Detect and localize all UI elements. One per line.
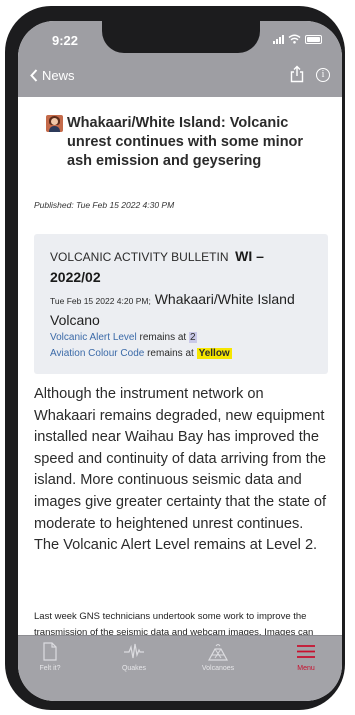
mute-switch xyxy=(6,108,14,138)
published-date: Published: Tue Feb 15 2022 4:30 PM xyxy=(34,200,175,210)
alert-level-value: 2 xyxy=(188,332,197,343)
tab-label: Felt it? xyxy=(39,665,61,672)
bulletin-subheading: Tue Feb 15 2022 4:20 PM; Whakaari/White … xyxy=(50,290,312,330)
aviation-code-link[interactable]: Aviation Colour Code xyxy=(50,348,144,359)
body-paragraph-lead: Although the instrument network on Whaka… xyxy=(34,386,327,554)
phone-frame: 9:22 News i Whakaari/White Island: Volca… xyxy=(5,6,345,710)
notch xyxy=(102,21,260,53)
share-button[interactable] xyxy=(290,65,304,88)
status-time: 9:22 xyxy=(52,33,79,48)
info-icon: i xyxy=(321,69,325,80)
back-label: News xyxy=(42,68,75,83)
screen: 9:22 News i Whakaari/White Island: Volca… xyxy=(18,21,342,701)
alert-level-text: remains at xyxy=(136,332,189,343)
tab-menu[interactable]: Menu xyxy=(274,642,338,672)
bulletin-heading-text: VOLCANIC ACTIVITY BULLETIN xyxy=(50,250,229,264)
signal-icon xyxy=(273,34,284,44)
tab-quakes[interactable]: Quakes xyxy=(102,642,166,672)
article-title: Whakaari/White Island: Volcanic unrest c… xyxy=(67,115,304,169)
battery-icon xyxy=(305,34,322,44)
tab-felt-it[interactable]: Felt it? xyxy=(18,642,82,672)
tab-bar: Felt it? Quakes Volcanoes Menu xyxy=(18,635,342,701)
bulletin-card: VOLCANIC ACTIVITY BULLETIN WI – 2022/02 … xyxy=(34,234,328,374)
author-avatar xyxy=(46,115,63,132)
document-icon xyxy=(43,642,57,661)
aviation-code-text: remains at xyxy=(144,348,197,359)
tab-volcanoes[interactable]: Volcanoes xyxy=(186,642,250,672)
app-header: 9:22 News i xyxy=(18,21,342,97)
alert-level-line: Volcanic Alert Level remains at 2 xyxy=(50,330,312,346)
wifi-icon xyxy=(288,34,301,44)
volcano-icon xyxy=(207,644,229,661)
article-header: Whakaari/White Island: Volcanic unrest c… xyxy=(46,114,328,171)
chevron-left-icon xyxy=(30,69,38,82)
tab-label: Volcanoes xyxy=(201,665,235,672)
volume-down-button xyxy=(6,224,14,280)
aviation-code-line: Aviation Colour Code remains at Yellow xyxy=(50,346,312,362)
tab-label: Menu xyxy=(297,665,315,672)
alert-level-link[interactable]: Volcanic Alert Level xyxy=(50,332,137,343)
share-icon xyxy=(290,65,304,83)
back-button[interactable]: News xyxy=(30,68,75,83)
volume-up-button xyxy=(6,156,14,212)
body-paragraph: Last week GNS technicians undertook some… xyxy=(34,611,314,635)
status-icons xyxy=(273,34,322,44)
tab-label: Quakes xyxy=(121,665,147,672)
bulletin-heading: VOLCANIC ACTIVITY BULLETIN WI – 2022/02 xyxy=(50,246,312,288)
article-content[interactable]: Whakaari/White Island: Volcanic unrest c… xyxy=(18,97,342,635)
seismograph-icon xyxy=(124,643,144,659)
info-button[interactable]: i xyxy=(316,68,330,82)
hamburger-icon xyxy=(297,645,315,658)
aviation-code-value: Yellow xyxy=(196,348,232,359)
bulletin-date: Tue Feb 15 2022 4:20 PM; xyxy=(50,296,151,306)
